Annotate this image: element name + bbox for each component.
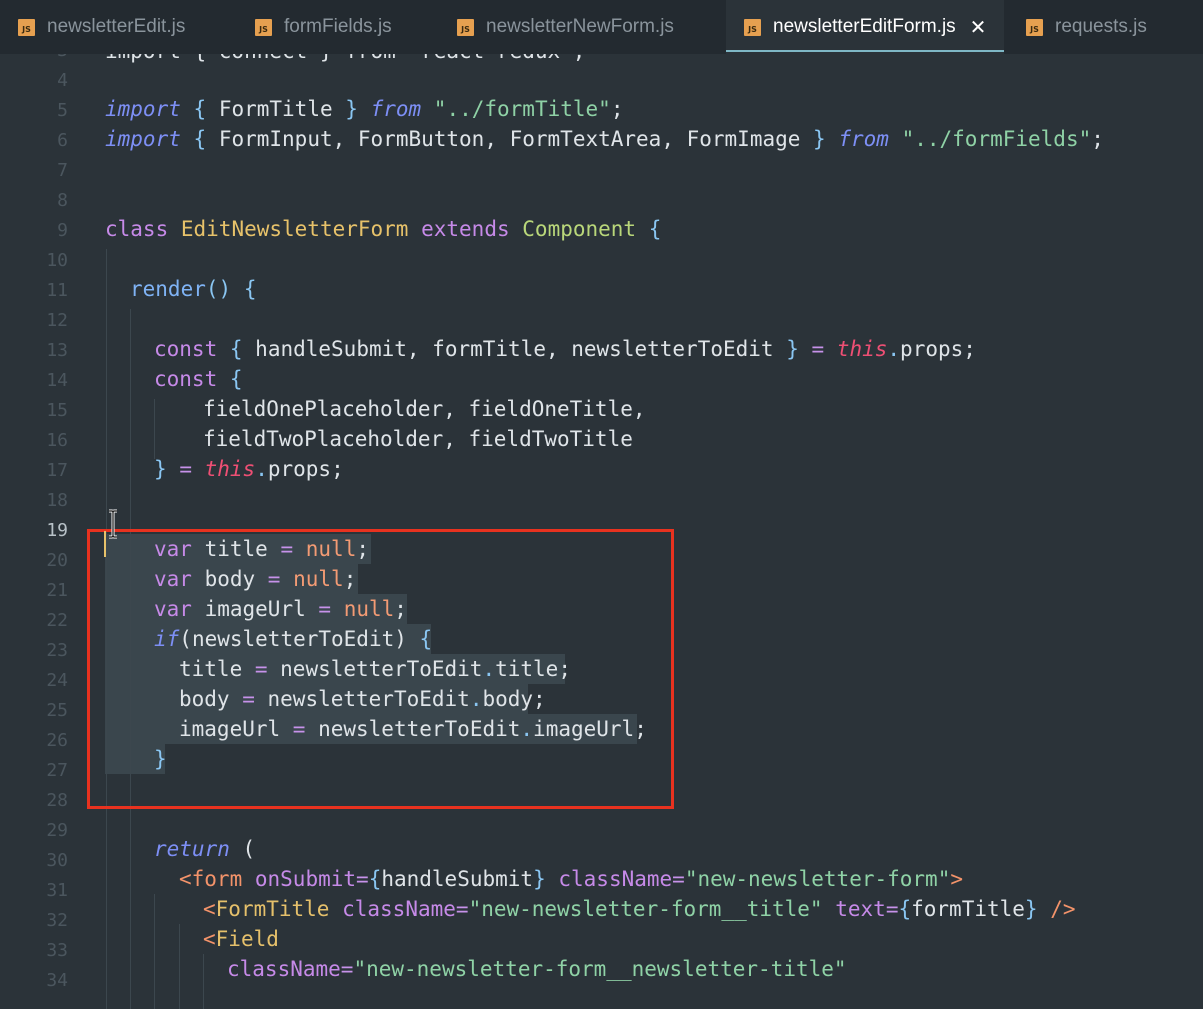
- line-number: 26: [46, 730, 68, 751]
- code-line-26: imageUrl = newsletterToEdit.imageUrl;: [179, 717, 647, 741]
- code-line-33: <Field: [203, 927, 279, 951]
- tab-label: formFields.js: [284, 16, 392, 37]
- tab-bar: JS newsletterEdit.js JS formFields.js JS…: [0, 0, 1203, 54]
- indent-guide: [179, 924, 180, 1009]
- line-number: 3: [0, 54, 68, 66]
- line-number: 8: [57, 190, 68, 211]
- line-number: 28: [46, 790, 68, 811]
- line-number: 32: [46, 910, 68, 931]
- line-number: 13: [46, 340, 68, 361]
- code-line-13: const { handleSubmit, formTitle, newslet…: [154, 337, 976, 361]
- line-number: 33: [46, 940, 68, 961]
- tab-newsletter-edit[interactable]: JS newsletterEdit.js: [18, 0, 185, 54]
- tab-newsletter-edit-form[interactable]: JS newsletterEditForm.js ✕: [726, 0, 1004, 54]
- js-file-icon: JS: [457, 18, 474, 36]
- line-number: 31: [46, 880, 68, 901]
- code-text: import { connect } from "react-redux";: [105, 54, 585, 63]
- line-number: 24: [46, 670, 68, 691]
- indent-guide: [106, 249, 107, 1009]
- code-line-22: var imageUrl = null;: [154, 597, 407, 621]
- js-file-icon: JS: [255, 18, 272, 36]
- line-number: 16: [46, 430, 68, 451]
- line-number: 22: [46, 610, 68, 631]
- code-line-23: if(newsletterToEdit) {: [154, 627, 433, 651]
- line-number: 18: [46, 490, 68, 511]
- code-line-9: class EditNewsletterForm extends Compone…: [105, 217, 662, 241]
- line-number: 15: [46, 400, 68, 421]
- code-line-30: return (: [154, 837, 256, 861]
- code-line-11: render() {: [130, 277, 257, 301]
- indent-guide: [154, 894, 155, 1009]
- code-line-24: title = newsletterToEdit.title;: [179, 657, 571, 681]
- tab-label: newsletterEdit.js: [47, 16, 186, 37]
- line-number: 20: [46, 550, 68, 571]
- line-number: 30: [46, 850, 68, 871]
- code-line-3: import { connect } from "react-redux";: [105, 54, 585, 66]
- line-number: 27: [46, 760, 68, 781]
- line-number: 21: [46, 580, 68, 601]
- code-area[interactable]: import { connect } from "react-redux"; i…: [105, 54, 1203, 1009]
- indent-guide: [203, 954, 204, 1009]
- code-line-6: import { FormInput, FormButton, FormText…: [105, 127, 1104, 151]
- tab-label: newsletterNewForm.js: [486, 16, 674, 37]
- indent-guide: [130, 309, 131, 1009]
- js-file-icon: JS: [744, 18, 761, 36]
- ibeam-cursor-icon: [109, 509, 117, 539]
- code-line-34: className="new-newsletter-form__newslett…: [227, 957, 847, 981]
- line-number: 7: [57, 160, 68, 181]
- js-file-icon: JS: [1026, 18, 1043, 36]
- code-line-21: var body = null;: [154, 567, 357, 591]
- tab-label: newsletterEditForm.js: [773, 16, 956, 37]
- code-line-27: }: [154, 747, 167, 771]
- line-number: 34: [46, 970, 68, 991]
- line-number: 12: [46, 310, 68, 331]
- code-line-32: <FormTitle className="new-newsletter-for…: [203, 897, 1076, 921]
- code-editor[interactable]: 3456789101112131415161718192021222324252…: [0, 54, 1203, 1009]
- line-number: 14: [46, 370, 68, 391]
- code-line-25: body = newsletterToEdit.body;: [179, 687, 546, 711]
- line-number: 5: [57, 100, 68, 121]
- code-line-17: } = this.props;: [154, 457, 344, 481]
- code-line-5: import { FormTitle } from "../formTitle"…: [105, 97, 624, 121]
- tab-form-fields[interactable]: JS formFields.js: [255, 0, 392, 54]
- line-number-gutter: 3456789101112131415161718192021222324252…: [0, 54, 92, 1009]
- close-tab-icon[interactable]: ✕: [970, 15, 987, 39]
- line-number: 9: [57, 220, 68, 241]
- line-number: 19: [46, 520, 68, 541]
- line-number: 17: [46, 460, 68, 481]
- line-number: 6: [57, 130, 68, 151]
- line-number: 23: [46, 640, 68, 661]
- tab-requests[interactable]: JS requests.js: [1026, 0, 1147, 54]
- tab-newsletter-new-form[interactable]: JS newsletterNewForm.js: [457, 0, 674, 54]
- code-line-31: <form onSubmit={handleSubmit} className=…: [179, 867, 963, 891]
- indent-guide: [154, 399, 155, 459]
- code-line-20: var title = null;: [154, 537, 369, 561]
- code-line-15: fieldOnePlaceholder, fieldOneTitle,: [203, 397, 646, 421]
- line-number: 11: [46, 280, 68, 301]
- line-number: 25: [46, 700, 68, 721]
- tab-label: requests.js: [1055, 16, 1147, 37]
- code-line-14: const {: [154, 367, 243, 391]
- js-file-icon: JS: [18, 18, 35, 36]
- line-number: 10: [46, 250, 68, 271]
- line-number: 29: [46, 820, 68, 841]
- code-line-16: fieldTwoPlaceholder, fieldTwoTitle: [203, 427, 633, 451]
- line-number: 4: [57, 70, 68, 91]
